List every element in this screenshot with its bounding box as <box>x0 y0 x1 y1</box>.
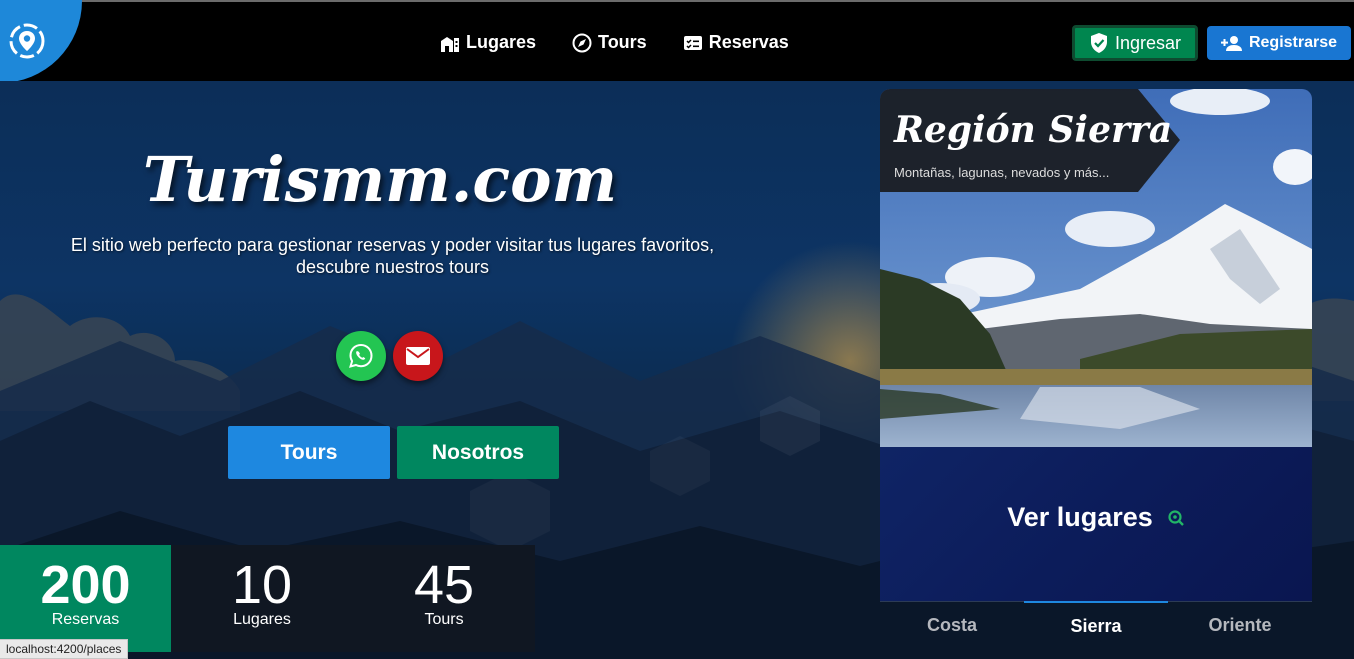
site-subtitle: El sitio web perfecto para gestionar res… <box>20 234 765 278</box>
nav-reservas[interactable]: Reservas <box>683 32 789 53</box>
location-logo-icon <box>9 23 45 59</box>
logo[interactable] <box>0 0 82 83</box>
stat-reservas-value: 200 <box>40 555 131 615</box>
see-places-label: Ver lugares <box>1007 502 1153 532</box>
region-card: Región Sierra Montañas, lagunas, nevados… <box>880 89 1312 601</box>
login-button[interactable]: Ingresar <box>1072 25 1198 61</box>
tab-oriente[interactable]: Oriente <box>1168 602 1312 659</box>
stat-tours-value: 45 <box>413 555 475 615</box>
search-location-icon <box>1168 509 1184 526</box>
stats-bar: 200 Reservas 10 Lugares 45 Tours <box>0 545 535 652</box>
whatsapp-button[interactable] <box>336 331 386 381</box>
nav-tours[interactable]: Tours <box>572 32 647 53</box>
city-icon <box>441 36 459 52</box>
stat-tours[interactable]: 45 Tours <box>353 545 535 652</box>
about-button[interactable]: Nosotros <box>397 426 559 479</box>
tab-costa[interactable]: Costa <box>880 602 1024 659</box>
mail-icon <box>406 347 430 365</box>
see-places-link[interactable]: Ver lugares <box>880 502 1312 533</box>
whatsapp-icon <box>349 343 373 368</box>
region-tabs: Costa Sierra Oriente <box>880 601 1312 659</box>
stat-reservas[interactable]: 200 Reservas <box>0 545 171 652</box>
email-button[interactable] <box>393 331 443 381</box>
stat-lugares[interactable]: 10 Lugares <box>171 545 353 652</box>
site-title: Turismm.com <box>142 143 618 216</box>
stat-tours-label: Tours <box>424 611 464 628</box>
region-title: Región Sierra <box>894 109 1173 151</box>
register-label: Registrarse <box>1248 34 1338 51</box>
subtitle-line-1: El sitio web perfecto para gestionar res… <box>70 235 715 255</box>
subtitle-line-2: descubre nuestros tours <box>295 257 490 277</box>
tours-button[interactable]: Tours <box>228 426 390 479</box>
nav-lugares-label: Lugares <box>466 32 537 52</box>
region-card-footer: Ver lugares <box>880 447 1312 601</box>
nav-tours-label: Tours <box>598 32 647 52</box>
nav-lugares[interactable]: Lugares <box>440 32 536 53</box>
shield-check-icon <box>1090 33 1107 53</box>
stat-reservas-label: Reservas <box>51 611 120 628</box>
register-button[interactable]: Registrarse <box>1207 26 1351 60</box>
stat-lugares-label: Lugares <box>233 611 291 628</box>
nav-reservas-label: Reservas <box>708 32 789 52</box>
add-user-icon <box>1220 36 1242 51</box>
stat-lugares-value: 10 <box>231 555 293 615</box>
navbar: Lugares Tours Reservas Ingresar Registra… <box>0 0 1354 83</box>
status-bar-url: localhost:4200/places <box>0 639 129 659</box>
compass-icon <box>572 33 592 52</box>
tab-sierra[interactable]: Sierra <box>1024 601 1168 659</box>
region-subtitle: Montañas, lagunas, nevados y más... <box>894 165 1110 180</box>
booking-card-icon <box>683 35 702 50</box>
login-label: Ingresar <box>1114 32 1182 53</box>
